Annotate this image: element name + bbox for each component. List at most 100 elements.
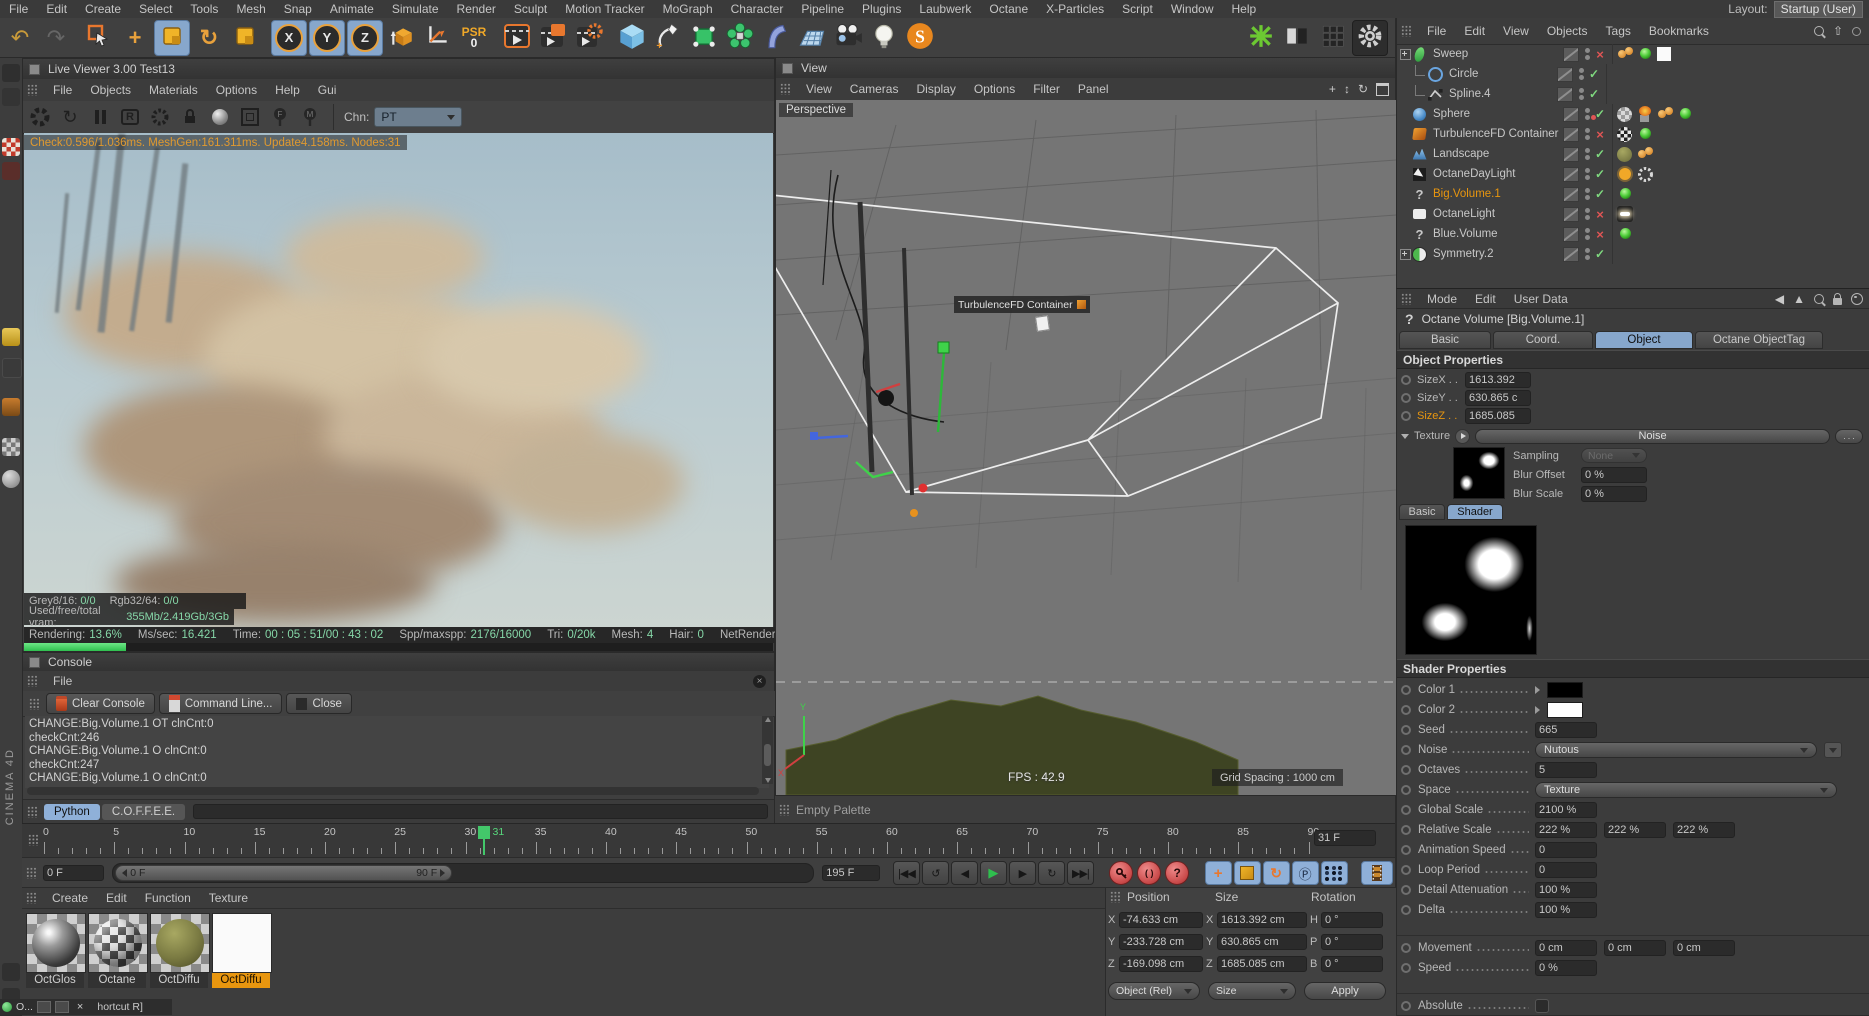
menu-create[interactable]: Create xyxy=(76,2,130,16)
tab-octane-objecttag[interactable]: Octane ObjectTag xyxy=(1695,331,1823,349)
rotation-b-field[interactable]: 0 ° xyxy=(1321,956,1383,972)
keyframe-radio[interactable] xyxy=(1401,785,1411,795)
spinner-arrows[interactable] xyxy=(1371,915,1379,925)
grip-icon[interactable] xyxy=(27,675,38,687)
redo-button[interactable]: ↷ xyxy=(39,21,73,55)
grip-icon[interactable] xyxy=(1401,292,1412,305)
texture-thumbnail[interactable] xyxy=(1453,447,1505,499)
previous-frame-button[interactable]: ◀ xyxy=(950,861,978,885)
true[interactable]: + xyxy=(1329,82,1336,96)
om-object-name[interactable]: Symmetry.2 xyxy=(1433,248,1559,260)
checkbox[interactable] xyxy=(1535,999,1549,1013)
spinner-arrows[interactable] xyxy=(1191,915,1199,925)
add-deformer-button[interactable] xyxy=(759,21,793,55)
size-field[interactable]: 630.865 cı xyxy=(1465,389,1531,406)
spinner-arrows[interactable] xyxy=(1519,375,1527,385)
bomb-tag-icon[interactable] xyxy=(1637,105,1654,123)
keyframe-radio[interactable] xyxy=(1401,374,1411,385)
spinner-arrows[interactable] xyxy=(1585,805,1593,815)
clay-icon[interactable] xyxy=(2,398,20,416)
range-handle[interactable]: 0 F 90 F xyxy=(115,865,453,881)
menu-file[interactable]: File xyxy=(0,2,37,16)
taskbar-app-label[interactable]: O... xyxy=(16,1001,33,1013)
material-thumbnail[interactable] xyxy=(212,913,272,973)
console-close-icon[interactable]: × xyxy=(753,674,766,688)
menu-octane[interactable]: Octane xyxy=(980,2,1037,16)
camera-label[interactable]: Perspective xyxy=(779,103,854,117)
spinner-arrows[interactable] xyxy=(1191,959,1199,969)
autokey-parens-button[interactable]: ( ) xyxy=(1137,861,1162,885)
size-z-field[interactable]: 1685.085 cm xyxy=(1217,956,1307,972)
layer-box-icon[interactable] xyxy=(1557,66,1573,82)
close-button[interactable]: × xyxy=(77,1001,83,1013)
console-titlebar[interactable]: Console xyxy=(23,653,774,672)
texture-more-button[interactable]: . . . xyxy=(1835,428,1863,444)
menu-mograph[interactable]: MoGraph xyxy=(654,2,722,16)
tool-icon[interactable] xyxy=(2,358,22,378)
size-field[interactable]: 1613.392 xyxy=(1465,371,1531,388)
color-swatch[interactable] xyxy=(1547,682,1583,698)
phong-tag-icon[interactable] xyxy=(1637,146,1654,163)
key-parameter-button[interactable]: Ⓟ xyxy=(1291,861,1319,885)
spinner-arrows[interactable] xyxy=(1519,393,1527,403)
keyframe-help-button[interactable]: ? xyxy=(1165,861,1190,885)
keyframe-radio[interactable] xyxy=(1401,765,1411,775)
material-bw-tag-icon[interactable] xyxy=(1617,126,1634,143)
rotation-p-field[interactable]: 0 ° xyxy=(1321,934,1383,950)
grip-icon[interactable] xyxy=(27,805,38,818)
value-field[interactable]: 2100 % xyxy=(1535,802,1597,818)
spinner-arrows[interactable] xyxy=(1585,885,1593,895)
range-end-field[interactable]: 195 F xyxy=(822,865,880,881)
render-picture-viewer-button[interactable] xyxy=(536,21,570,55)
expand-icon[interactable] xyxy=(1400,248,1411,260)
menu-pipeline[interactable]: Pipeline xyxy=(792,2,853,16)
expand-icon[interactable] xyxy=(1400,48,1411,60)
material-thumbnail[interactable] xyxy=(150,913,210,973)
timeline-ruler[interactable]: 0510152025303540455055606570758085903131… xyxy=(22,823,1395,858)
spinner-arrows[interactable] xyxy=(868,868,876,878)
tab-basic[interactable]: Basic xyxy=(1399,331,1491,349)
am-menu-mode[interactable]: Mode xyxy=(1418,292,1466,306)
menu-motion-tracker[interactable]: Motion Tracker xyxy=(556,2,653,16)
layer-box-icon[interactable] xyxy=(1563,206,1579,222)
materials-menu-function[interactable]: Function xyxy=(136,891,200,905)
layer-box-icon[interactable] xyxy=(1563,46,1579,62)
menu-laubwerk[interactable]: Laubwerk xyxy=(910,2,980,16)
region-r-icon[interactable]: R xyxy=(117,105,143,129)
spinner-arrows[interactable] xyxy=(1635,470,1643,480)
keyframe-radio[interactable] xyxy=(1401,805,1411,815)
om-object-name[interactable]: Landscape xyxy=(1433,148,1559,160)
apply-button[interactable]: Apply xyxy=(1304,982,1386,1000)
console-menu-file[interactable]: File xyxy=(44,674,81,688)
live-selection-button[interactable] xyxy=(82,21,116,55)
expand-arrow-icon[interactable] xyxy=(1535,686,1540,694)
refresh-icon[interactable]: ↻ xyxy=(57,105,83,129)
tab-object[interactable]: Object xyxy=(1595,331,1693,349)
viewport-canvas[interactable]: Perspective TurbulenceFD Container Y X FPS :… xyxy=(776,100,1396,795)
keyframe-radio[interactable] xyxy=(1401,825,1411,835)
value-field[interactable]: 0 % xyxy=(1535,960,1597,976)
menu-mesh[interactable]: Mesh xyxy=(227,2,274,16)
tab-shader[interactable]: Shader xyxy=(1447,503,1503,520)
om-menu-tags[interactable]: Tags xyxy=(1597,24,1640,38)
coord-mode-dropdown[interactable]: Object (Rel) xyxy=(1108,982,1200,1000)
octane-tag-icon[interactable] xyxy=(1677,106,1694,123)
true[interactable]: ⇧ xyxy=(1833,24,1843,38)
phong-tag-icon[interactable] xyxy=(1657,106,1674,123)
om-object-name[interactable]: Spline.4 xyxy=(1449,88,1553,100)
vp-menu-panel[interactable]: Panel xyxy=(1069,82,1118,96)
console-command-input[interactable] xyxy=(193,804,768,819)
keyframe-radio[interactable] xyxy=(1401,1001,1411,1011)
value-field[interactable]: 0 cm xyxy=(1535,940,1597,956)
lv-menu-materials[interactable]: Materials xyxy=(140,83,207,97)
layer-box-icon[interactable] xyxy=(1563,126,1579,142)
current-frame-field[interactable]: 31 F xyxy=(1314,830,1376,846)
maximize-icon[interactable] xyxy=(1376,82,1389,96)
scale-tool-button[interactable] xyxy=(154,19,190,56)
om-item-big-volume-1[interactable]: ? Big.Volume.1 ✓ xyxy=(1397,184,1869,204)
blur-scale-field[interactable]: 0 % xyxy=(1581,485,1647,502)
target-icon[interactable] xyxy=(1851,292,1863,305)
vp-menu-cameras[interactable]: Cameras xyxy=(841,82,908,96)
grip-icon[interactable] xyxy=(1110,891,1121,903)
tool-icon[interactable] xyxy=(2,162,20,180)
